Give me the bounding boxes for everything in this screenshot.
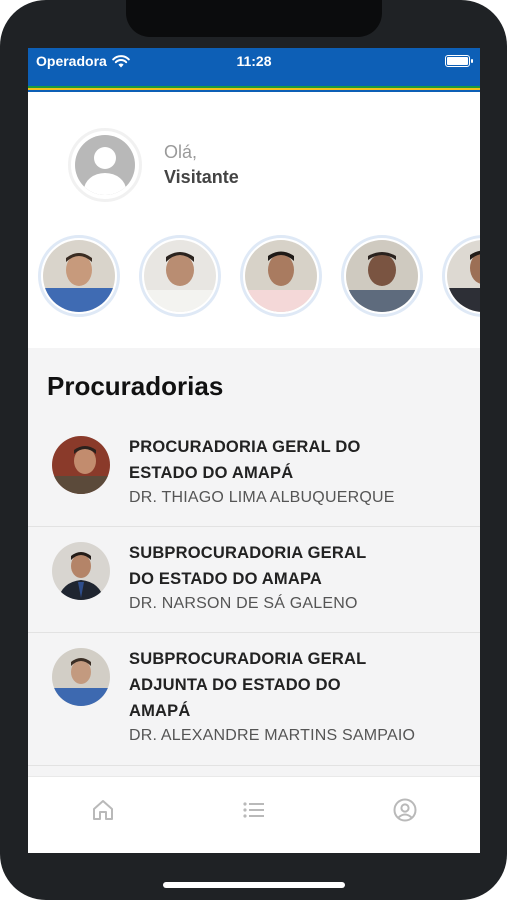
section-title: Procuradorias xyxy=(47,371,224,401)
person-avatar[interactable] xyxy=(38,235,120,317)
list-item-title-line: ADJUNTA DO ESTADO DO xyxy=(129,676,341,694)
list-item-title-line: AMAPÁ xyxy=(129,702,191,720)
flag-stripe xyxy=(28,86,480,96)
list-item-title-line: SUBPROCURADORIA GERAL xyxy=(129,544,367,562)
person-avatar[interactable] xyxy=(240,235,322,317)
list-icon xyxy=(243,802,264,818)
list-item-title-line: SUBPROCURADORIA GERAL xyxy=(129,650,367,668)
tab-bar xyxy=(28,776,480,853)
person-avatar[interactable] xyxy=(442,235,480,317)
status-time: 11:28 xyxy=(236,53,272,69)
list-item-title-line: DO ESTADO DO AMAPA xyxy=(129,570,323,588)
phone-frame: Operadora 11:28 Olá, Visitante Procurado… xyxy=(0,0,507,900)
flag-stripe-white xyxy=(28,92,480,94)
list-item-title-line: ESTADO DO AMAPÁ xyxy=(129,464,294,482)
list-item-subtitle: DR. THIAGO LIMA ALBUQUERQUE xyxy=(129,489,395,506)
greeting: Olá, Visitante xyxy=(68,128,239,202)
home-icon xyxy=(93,800,113,820)
status-bar: Operadora 11:28 xyxy=(28,48,480,86)
device-notch xyxy=(126,0,382,37)
list-item[interactable]: SUBPROCURADORIA GERAL DO ESTADO DO AMAPA… xyxy=(28,528,480,633)
battery-icon xyxy=(445,55,473,67)
list-item-photo xyxy=(52,542,110,600)
greeting-name: Visitante xyxy=(164,167,239,187)
profile-icon xyxy=(393,798,417,822)
person-avatar[interactable] xyxy=(341,235,423,317)
user-avatar[interactable] xyxy=(68,128,142,202)
list-item-subtitle: DR. NARSON DE SÁ GALENO xyxy=(129,595,358,612)
procuradorias-section: Procuradorias PROCURADORIA GERAL DO ESTA… xyxy=(28,348,480,776)
tab-list[interactable] xyxy=(239,795,269,825)
person-avatar[interactable] xyxy=(139,235,221,317)
list-item-photo xyxy=(52,436,110,494)
people-carousel[interactable] xyxy=(38,235,480,321)
list-item-title: PROCURADORIA GERAL DO ESTADO DO AMAPÁ xyxy=(129,434,361,486)
avatar-placeholder-icon xyxy=(75,135,135,195)
list-item[interactable]: PROCURADORIA GERAL DO ESTADO DO AMAPÁ DR… xyxy=(28,424,480,527)
list-item-title: SUBPROCURADORIA GERAL ADJUNTA DO ESTADO … xyxy=(129,646,366,724)
list-item[interactable]: SUBPROCURADORIA GERAL ADJUNTA DO ESTADO … xyxy=(28,634,480,766)
greeting-hello: Olá, xyxy=(164,142,198,162)
greeting-text: Olá, Visitante xyxy=(164,142,239,188)
list-item-photo xyxy=(52,648,110,706)
app-screen: Operadora 11:28 Olá, Visitante Procurado… xyxy=(28,48,480,853)
list-item-title: SUBPROCURADORIA GERAL DO ESTADO DO AMAPA xyxy=(129,540,366,592)
list-item-title-line: PROCURADORIA GERAL DO xyxy=(129,438,361,456)
list-item-subtitle: DR. ALEXANDRE MARTINS SAMPAIO xyxy=(129,727,416,744)
home-indicator[interactable] xyxy=(163,882,345,888)
tab-home[interactable] xyxy=(88,795,118,825)
tab-profile[interactable] xyxy=(390,795,420,825)
